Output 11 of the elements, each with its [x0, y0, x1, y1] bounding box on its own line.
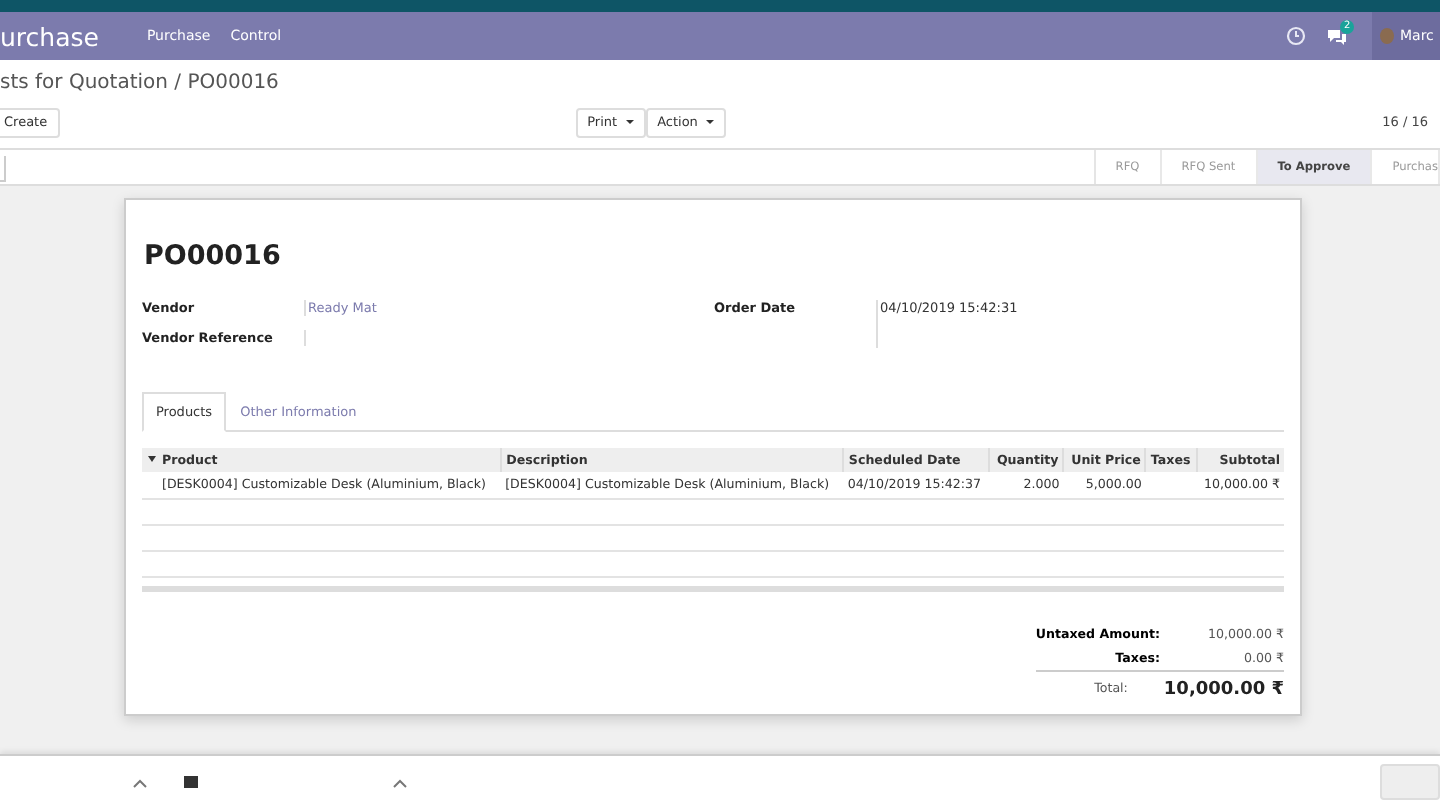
record-title: PO00016: [144, 240, 283, 272]
chevron-up-icon[interactable]: [392, 777, 408, 787]
total-value: 10,000.00 ₹: [1163, 679, 1284, 699]
clock-icon[interactable]: [1286, 26, 1306, 46]
app-title: urchase: [0, 21, 99, 51]
avatar-icon: [1380, 28, 1394, 44]
chevron-up-icon[interactable]: [132, 777, 148, 787]
chat-icon[interactable]: [1326, 27, 1348, 45]
sort-icon: [148, 455, 156, 462]
breadcrumb: sts for Quotation / PO00016: [0, 72, 281, 98]
file-icon: [184, 776, 198, 788]
